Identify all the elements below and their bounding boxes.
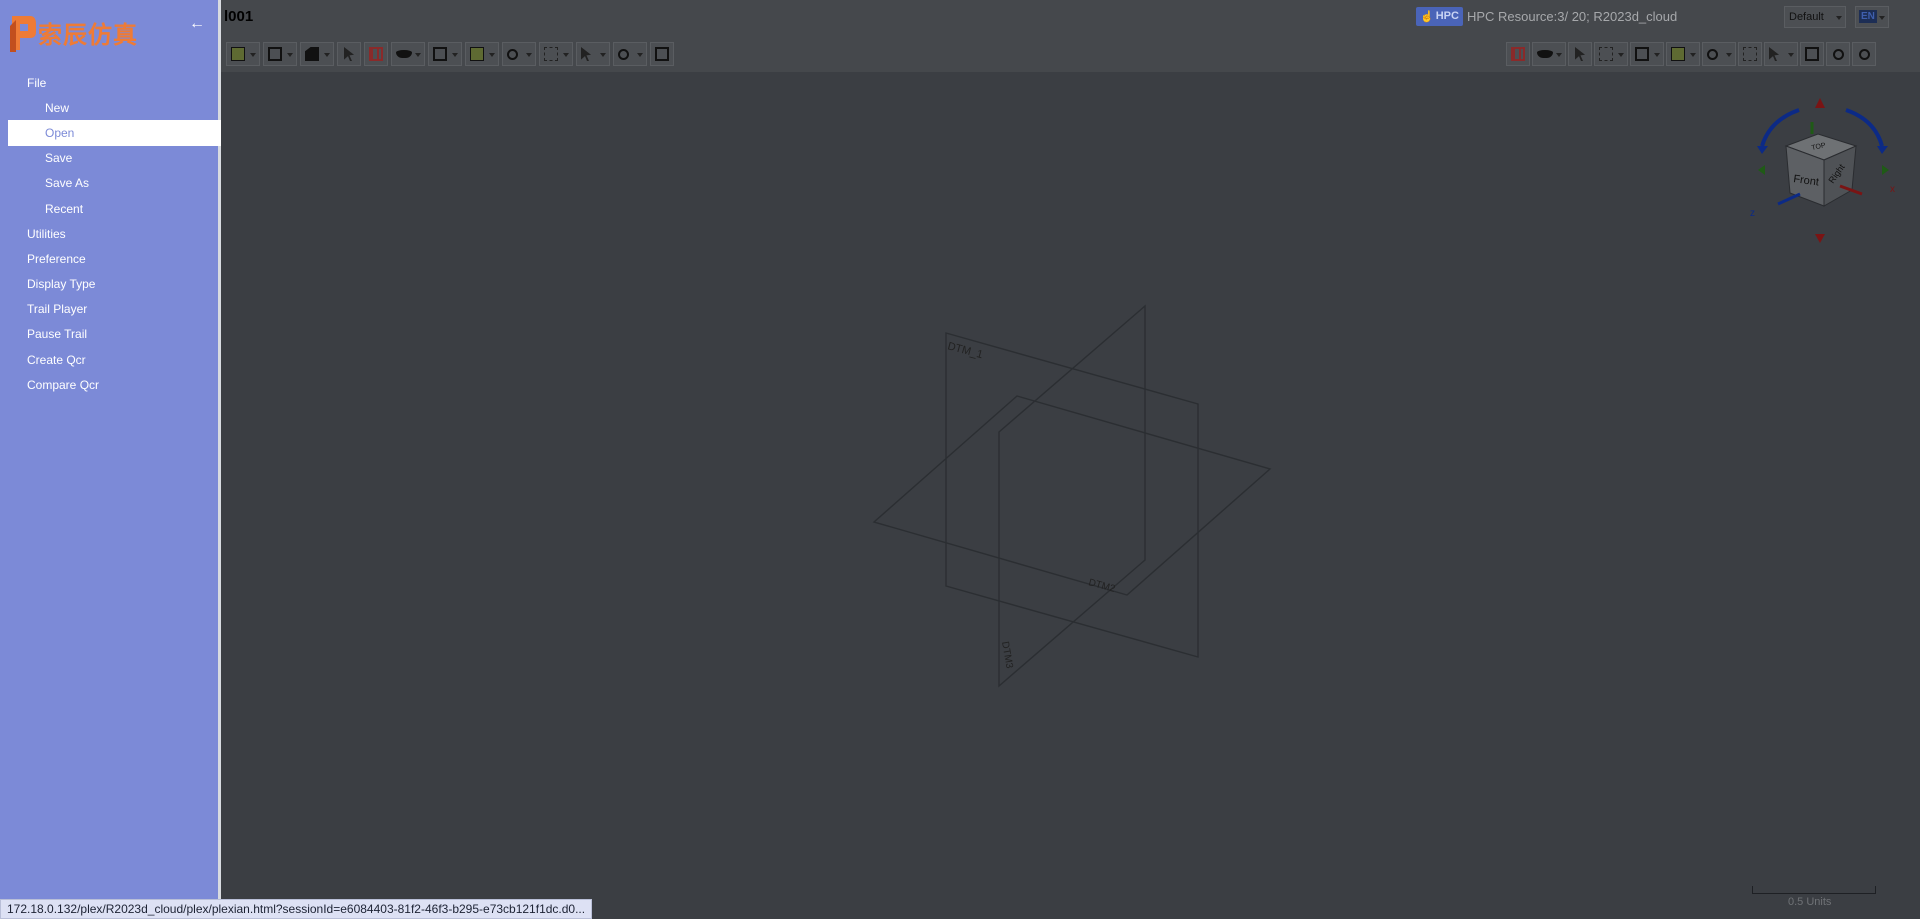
menu-item-save-as[interactable]: Save As [8, 171, 221, 196]
transform-icon [581, 47, 591, 61]
datum-plane-dtm2 [872, 395, 1272, 596]
shading-icon [268, 47, 282, 61]
gear-icon [618, 48, 629, 60]
plane-icon [396, 50, 412, 58]
logo-text: 索辰仿真 [38, 21, 138, 49]
search-button[interactable] [502, 42, 536, 66]
pen-button[interactable] [1568, 42, 1592, 66]
view-cube[interactable]: TOP Front Right x z [1750, 98, 1895, 243]
zoom-out-button[interactable] [1852, 42, 1876, 66]
menu-item-compare-qcr[interactable]: Compare Qcr [8, 372, 221, 397]
grid-button[interactable] [364, 42, 388, 66]
settings-button[interactable] [613, 42, 647, 66]
select-button[interactable] [1764, 42, 1798, 66]
menu-item-display-type[interactable]: Display Type [8, 272, 221, 297]
side-menu: 索辰仿真 ← File New Open Save Save As Recent… [0, 0, 221, 919]
datum-label-dtm1: DTM_1 [946, 340, 984, 361]
hpc-resource-text: HPC Resource:3/ 20; R2023d_cloud [1466, 8, 1678, 24]
datum-planes: DTM_1 DTM2 DTM3 TOP Front Right x z [872, 98, 1895, 688]
import-icon [344, 47, 354, 61]
status-url: 172.18.0.132/plex/R2023d_cloud/plex/plex… [7, 902, 586, 916]
section-button[interactable] [300, 42, 334, 66]
file-menu: File New Open Save Save As Recent Utilit… [8, 70, 221, 397]
pen-icon [1575, 47, 1585, 61]
plane-button[interactable] [391, 42, 425, 66]
cube-outline-icon [1635, 47, 1649, 61]
zoom-in-icon [1832, 48, 1844, 60]
language-value: EN [1859, 10, 1877, 23]
pattern-button[interactable] [465, 42, 499, 66]
transform-button[interactable] [576, 42, 610, 66]
display-style-button[interactable] [263, 42, 297, 66]
menu-item-save[interactable]: Save [8, 146, 221, 171]
axis-x-label: x [1890, 184, 1895, 195]
collapse-menu-button[interactable]: ← [189, 16, 205, 32]
menu-item-recent[interactable]: Recent [8, 196, 221, 221]
info-icon [1707, 48, 1718, 60]
search-icon [507, 48, 518, 60]
scale-bar [1752, 886, 1876, 894]
info-button[interactable] [1702, 42, 1736, 66]
menu-item-trail-player[interactable]: Trail Player [8, 297, 221, 322]
axis-z-label: z [1750, 208, 1755, 219]
link-status-bar: 172.18.0.132/plex/R2023d_cloud/plex/plex… [0, 899, 593, 919]
ruler-button[interactable] [1738, 42, 1762, 66]
language-select[interactable]: EN [1855, 6, 1889, 28]
view-toolbar [1506, 42, 1876, 66]
datum-label-dtm3: DTM3 [999, 641, 1015, 670]
pattern-icon [470, 47, 484, 61]
graphics-viewport[interactable]: DTM_1 DTM2 DTM3 TOP Front Right x z [0, 72, 1920, 919]
layer-button[interactable] [1532, 42, 1566, 66]
logo-icon [10, 16, 36, 52]
filter-button[interactable] [1594, 42, 1628, 66]
datum-plane-dtm3 [998, 304, 1146, 688]
boolean-icon [433, 47, 447, 61]
datum-plane-dtm1 [945, 332, 1199, 658]
hand-icon: ☝ [1420, 10, 1434, 23]
arrow-left-icon: ← [189, 15, 205, 32]
menu-item-pause-trail[interactable]: Pause Trail [8, 322, 221, 347]
menu-item-utilities[interactable]: Utilities [8, 221, 221, 246]
layer-icon [1537, 50, 1553, 58]
menu-item-new[interactable]: New [8, 95, 221, 120]
boolean-button[interactable] [428, 42, 462, 66]
measure-icon [544, 47, 558, 61]
zoom-out-icon [1858, 48, 1870, 60]
main-toolbar [226, 42, 674, 66]
mesh-icon [655, 47, 669, 61]
ruler-icon [1743, 47, 1757, 61]
menu-item-open[interactable]: Open [8, 120, 221, 146]
menu-item-file[interactable]: File [8, 70, 221, 95]
menu-item-preference[interactable]: Preference [8, 246, 221, 271]
display-mode-button[interactable] [1630, 42, 1664, 66]
hpc-status: ☝ HPC HPC Resource:3/ 20; R2023d_cloud [1416, 6, 1677, 26]
import-button[interactable] [337, 42, 361, 66]
zoom-in-button[interactable] [1826, 42, 1850, 66]
fit-icon [1805, 47, 1819, 61]
checker-icon [1511, 47, 1525, 61]
cube-icon [231, 47, 245, 61]
sliders-icon [1599, 47, 1613, 61]
scale-label: 0.5 Units [1788, 896, 1832, 908]
datum-label-dtm2: DTM2 [1087, 577, 1117, 595]
document-title: l001 [224, 8, 254, 25]
view-select[interactable]: Default [1784, 6, 1846, 28]
logo: 索辰仿真 [10, 12, 138, 52]
section-icon [305, 47, 319, 61]
mesh-button[interactable] [650, 42, 674, 66]
visibility-button[interactable] [1666, 42, 1700, 66]
transparency-button[interactable] [1506, 42, 1530, 66]
measure-button[interactable] [539, 42, 573, 66]
hpc-badge[interactable]: ☝ HPC [1416, 6, 1463, 26]
grid-icon [369, 47, 383, 61]
fit-view-button[interactable] [1800, 42, 1824, 66]
menu-item-create-qcr[interactable]: Create Qcr [8, 347, 221, 372]
app-header: l001 ☝ HPC HPC Resource:3/ 20; R2023d_clo… [0, 0, 1920, 72]
pointer-icon [1769, 47, 1779, 61]
cube-view-button[interactable] [226, 42, 260, 66]
visibility-icon [1671, 47, 1685, 61]
